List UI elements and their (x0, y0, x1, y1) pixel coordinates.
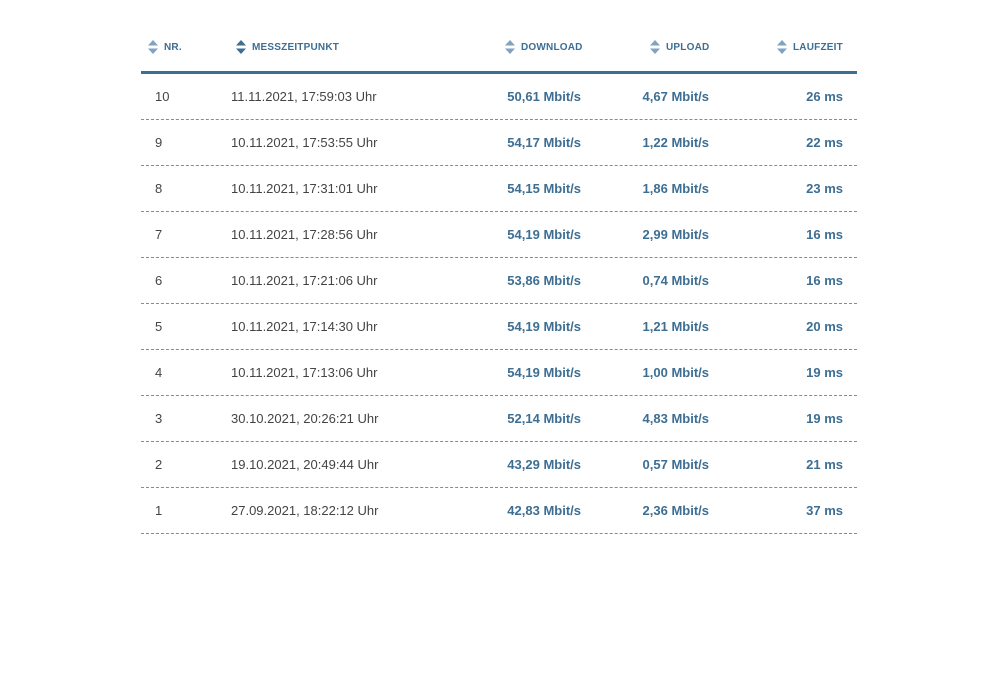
column-header-download[interactable]: DOWNLOAD (505, 40, 583, 54)
cell-latency: 23 ms (806, 181, 843, 196)
cell-nr: 5 (155, 319, 163, 334)
sort-arrows-icon (777, 40, 787, 54)
cell-latency: 16 ms (806, 227, 843, 242)
cell-upload: 0,57 Mbit/s (642, 457, 709, 472)
cell-nr: 7 (155, 227, 163, 242)
cell-latency: 20 ms (806, 319, 843, 334)
cell-nr: 8 (155, 181, 163, 196)
cell-nr: 10 (155, 89, 170, 104)
column-header-label: UPLOAD (666, 41, 710, 53)
cell-time: 10.11.2021, 17:21:06 Uhr (231, 273, 378, 288)
cell-upload: 2,36 Mbit/s (642, 503, 709, 518)
table-row: 10 11.11.2021, 17:59:03 Uhr 50,61 Mbit/s… (141, 74, 857, 120)
cell-nr: 1 (155, 503, 163, 518)
cell-upload: 1,86 Mbit/s (642, 181, 709, 196)
table-row: 3 30.10.2021, 20:26:21 Uhr 52,14 Mbit/s … (141, 396, 857, 442)
sort-arrows-icon (148, 40, 158, 54)
cell-time: 10.11.2021, 17:28:56 Uhr (231, 227, 378, 242)
sort-arrows-icon (505, 40, 515, 54)
cell-time: 27.09.2021, 18:22:12 Uhr (231, 503, 379, 518)
column-header-laufzeit[interactable]: LAUFZEIT (777, 40, 843, 54)
table-row: 8 10.11.2021, 17:31:01 Uhr 54,15 Mbit/s … (141, 166, 857, 212)
column-header-label: LAUFZEIT (793, 41, 843, 53)
cell-download: 42,83 Mbit/s (507, 503, 581, 518)
cell-time: 30.10.2021, 20:26:21 Uhr (231, 411, 379, 426)
cell-download: 54,19 Mbit/s (507, 227, 581, 242)
cell-time: 10.11.2021, 17:13:06 Uhr (231, 365, 378, 380)
cell-download: 50,61 Mbit/s (507, 89, 581, 104)
cell-time: 11.11.2021, 17:59:03 Uhr (231, 89, 377, 104)
cell-nr: 6 (155, 273, 163, 288)
cell-nr: 9 (155, 135, 163, 150)
column-header-nr[interactable]: NR. (148, 40, 182, 54)
cell-upload: 1,21 Mbit/s (642, 319, 709, 334)
cell-nr: 2 (155, 457, 163, 472)
cell-download: 54,15 Mbit/s (507, 181, 581, 196)
cell-upload: 1,22 Mbit/s (642, 135, 709, 150)
cell-nr: 4 (155, 365, 163, 380)
cell-download: 54,17 Mbit/s (507, 135, 581, 150)
cell-download: 54,19 Mbit/s (507, 319, 581, 334)
cell-time: 19.10.2021, 20:49:44 Uhr (231, 457, 379, 472)
sort-arrows-icon (236, 40, 246, 54)
table-row: 5 10.11.2021, 17:14:30 Uhr 54,19 Mbit/s … (141, 304, 857, 350)
cell-latency: 37 ms (806, 503, 843, 518)
cell-time: 10.11.2021, 17:31:01 Uhr (231, 181, 378, 196)
cell-latency: 16 ms (806, 273, 843, 288)
table-row: 1 27.09.2021, 18:22:12 Uhr 42,83 Mbit/s … (141, 488, 857, 534)
column-header-label: DOWNLOAD (521, 41, 583, 53)
column-header-label: MESSZEITPUNKT (252, 41, 340, 53)
cell-download: 53,86 Mbit/s (507, 273, 581, 288)
table-row: 4 10.11.2021, 17:13:06 Uhr 54,19 Mbit/s … (141, 350, 857, 396)
table-body: 10 11.11.2021, 17:59:03 Uhr 50,61 Mbit/s… (141, 74, 857, 534)
cell-download: 43,29 Mbit/s (507, 457, 581, 472)
table-header: NR. MESSZEITPUNKT DOWNLOAD UPLOAD LAUFZE… (141, 24, 857, 74)
cell-latency: 19 ms (806, 365, 843, 380)
cell-upload: 4,67 Mbit/s (642, 89, 709, 104)
speedtest-history-table: NR. MESSZEITPUNKT DOWNLOAD UPLOAD LAUFZE… (141, 24, 857, 534)
table-row: 7 10.11.2021, 17:28:56 Uhr 54,19 Mbit/s … (141, 212, 857, 258)
cell-upload: 0,74 Mbit/s (642, 273, 709, 288)
table-row: 6 10.11.2021, 17:21:06 Uhr 53,86 Mbit/s … (141, 258, 857, 304)
cell-nr: 3 (155, 411, 163, 426)
column-header-label: NR. (164, 41, 182, 53)
table-row: 2 19.10.2021, 20:49:44 Uhr 43,29 Mbit/s … (141, 442, 857, 488)
cell-download: 54,19 Mbit/s (507, 365, 581, 380)
cell-latency: 19 ms (806, 411, 843, 426)
cell-upload: 1,00 Mbit/s (642, 365, 709, 380)
sort-arrows-icon (650, 40, 660, 54)
cell-latency: 22 ms (806, 135, 843, 150)
cell-time: 10.11.2021, 17:53:55 Uhr (231, 135, 378, 150)
cell-download: 52,14 Mbit/s (507, 411, 581, 426)
column-header-upload[interactable]: UPLOAD (650, 40, 709, 54)
cell-upload: 4,83 Mbit/s (642, 411, 709, 426)
column-header-messzeitpunkt[interactable]: MESSZEITPUNKT (236, 40, 339, 54)
table-row: 9 10.11.2021, 17:53:55 Uhr 54,17 Mbit/s … (141, 120, 857, 166)
cell-time: 10.11.2021, 17:14:30 Uhr (231, 319, 378, 334)
cell-latency: 26 ms (806, 89, 843, 104)
cell-upload: 2,99 Mbit/s (642, 227, 709, 242)
cell-latency: 21 ms (806, 457, 843, 472)
